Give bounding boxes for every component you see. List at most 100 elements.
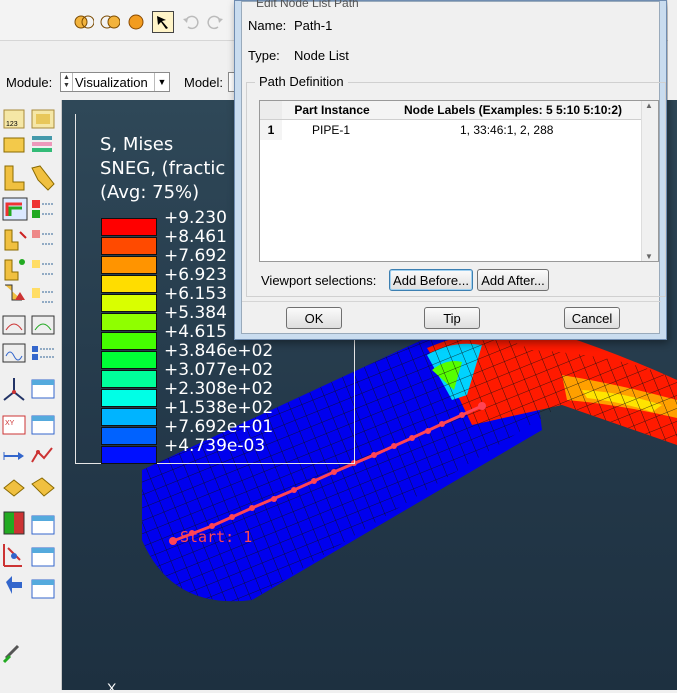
superimpose-options-icon[interactable] xyxy=(32,288,54,303)
left-toolbox: 123 XY xyxy=(0,100,62,690)
legend-swatch xyxy=(101,370,157,388)
legend-value: +4.739e-03 xyxy=(164,436,266,456)
legend-swatch xyxy=(101,218,157,236)
query-tool-icon[interactable] xyxy=(2,644,20,664)
name-value: Path-1 xyxy=(294,18,333,33)
plot-xy-icon[interactable] xyxy=(31,447,53,463)
legend-swatch xyxy=(101,294,157,312)
module-label: Module: xyxy=(6,75,53,90)
column-part-instance: Part Instance xyxy=(282,101,382,120)
pick-arrow-icon[interactable] xyxy=(152,11,174,33)
free-body-cut-icon[interactable] xyxy=(3,479,25,497)
column-node-labels: Node Labels (Examples: 5 5:10 5:10:2) xyxy=(382,101,644,120)
node-list-table[interactable]: Part Instance Node Labels (Examples: 5 5… xyxy=(259,100,659,262)
legend-value: +4.615 xyxy=(164,322,227,342)
legend-swatch xyxy=(101,446,157,464)
deformed-icon[interactable] xyxy=(3,137,25,153)
legend-value: +1.538e+02 xyxy=(164,398,274,418)
legend-value: +9.230 xyxy=(164,208,227,228)
redo-icon[interactable] xyxy=(206,12,226,32)
material-orientation-icon[interactable] xyxy=(4,259,25,281)
spin-arrows-icon[interactable]: ▲ ▼ xyxy=(61,73,73,91)
legend-swatch xyxy=(101,237,157,255)
path-definition-group: Path Definition Part Instance Node Label… xyxy=(246,74,666,297)
table-scrollbar[interactable]: ▲ ▼ xyxy=(641,101,658,261)
table-corner xyxy=(260,101,282,120)
legend-value: +3.077e+02 xyxy=(164,360,274,380)
svg-text:123: 123 xyxy=(6,121,18,128)
view-cut-icon[interactable] xyxy=(3,378,25,401)
legend-value: +2.308e+02 xyxy=(164,379,274,399)
legend-swatch xyxy=(101,256,157,274)
node-labels-cell[interactable]: 1, 33:46:1, 2, 288 xyxy=(460,120,640,140)
legend-value: +5.384 xyxy=(164,303,227,323)
add-after-button[interactable]: Add After... xyxy=(477,269,549,291)
legend-value: +8.461 xyxy=(164,227,227,247)
boolean-circles-icon[interactable] xyxy=(100,12,120,32)
symbol-plot-icon[interactable] xyxy=(4,229,27,251)
contour-plot-icon[interactable] xyxy=(2,197,28,221)
animate-scale-factor-icon[interactable] xyxy=(31,315,55,335)
dialog-title: Edit Node List Path xyxy=(256,0,359,10)
button-separator xyxy=(242,301,661,302)
toolbox-icons: 123 XY xyxy=(2,109,55,664)
path-icon[interactable] xyxy=(3,544,22,567)
module-value: Visualization xyxy=(75,74,148,90)
multi-plot-icon[interactable] xyxy=(31,109,55,129)
allow-multiple-plot-icon[interactable] xyxy=(5,284,25,301)
part-instance-cell[interactable]: PIPE-1 xyxy=(312,120,392,140)
legend-average: (Avg: 75%) xyxy=(100,182,200,203)
free-body-manager-icon[interactable] xyxy=(31,477,55,497)
legend-swatch xyxy=(101,408,157,426)
tip-button[interactable]: Tip xyxy=(424,307,480,329)
name-label: Name: xyxy=(248,18,287,33)
deformed-shape-icon[interactable] xyxy=(31,165,55,191)
path-manager-icon[interactable] xyxy=(31,547,55,567)
legend-swatch xyxy=(101,389,157,407)
viewport-selections-label: Viewport selections: xyxy=(261,273,377,288)
module-combo[interactable]: ▲ ▼ Visualization ▼ xyxy=(60,72,170,92)
stream-plot-icon[interactable] xyxy=(3,511,25,535)
ok-button[interactable]: OK xyxy=(286,307,342,329)
legend-subtitle: SNEG, (fractic xyxy=(100,158,226,179)
layers-icon[interactable] xyxy=(32,136,52,152)
legend-value: +7.692 xyxy=(164,246,227,266)
create-xy-data-icon[interactable] xyxy=(3,452,24,460)
legend-swatch xyxy=(101,351,157,369)
contour-options-icon[interactable] xyxy=(32,200,54,218)
stream-manager-icon[interactable] xyxy=(31,515,55,535)
scroll-up-icon[interactable]: ▲ xyxy=(645,101,653,110)
common-plot-icon[interactable]: 123 xyxy=(3,109,25,129)
report-table-icon[interactable]: XY xyxy=(2,415,26,435)
legend-swatch xyxy=(101,427,157,445)
view-cut-manager-icon[interactable] xyxy=(31,379,55,399)
symbol-options-icon[interactable] xyxy=(32,230,54,245)
legend-title: S, Mises xyxy=(100,134,174,155)
type-value: Node List xyxy=(294,48,349,63)
bottom-axis-label: X xyxy=(107,680,117,690)
right-edge-panel xyxy=(668,0,677,100)
legend-swatch xyxy=(101,275,157,293)
chevron-down-icon[interactable]: ▼ xyxy=(154,73,169,91)
display-group-icon[interactable] xyxy=(6,576,22,594)
legend-value: +6.153 xyxy=(164,284,227,304)
select-circles-icon[interactable] xyxy=(74,12,94,32)
legend-value: +7.692e+01 xyxy=(164,417,274,437)
scroll-down-icon[interactable]: ▼ xyxy=(645,252,653,261)
display-group-manager-icon[interactable] xyxy=(31,579,55,599)
animation-options-icon[interactable] xyxy=(32,346,54,360)
legend-swatch xyxy=(101,313,157,331)
sphere-icon[interactable] xyxy=(126,12,146,32)
animate-time-history-icon[interactable] xyxy=(2,315,26,335)
legend-value: +3.846e+02 xyxy=(164,341,274,361)
report-manager-icon[interactable] xyxy=(31,415,55,435)
add-before-button[interactable]: Add Before... xyxy=(389,269,473,291)
dialog-body: Edit Node List Path Name: Path-1 Type: N… xyxy=(241,0,666,334)
undeformed-shape-icon[interactable] xyxy=(4,165,25,191)
undo-icon[interactable] xyxy=(180,12,200,32)
animate-harmonic-icon[interactable] xyxy=(2,343,26,363)
orientation-options-icon[interactable] xyxy=(32,260,54,275)
path-start-label: Start: 1 xyxy=(180,528,253,546)
row-index: 1 xyxy=(260,120,282,140)
cancel-button[interactable]: Cancel xyxy=(564,307,620,329)
